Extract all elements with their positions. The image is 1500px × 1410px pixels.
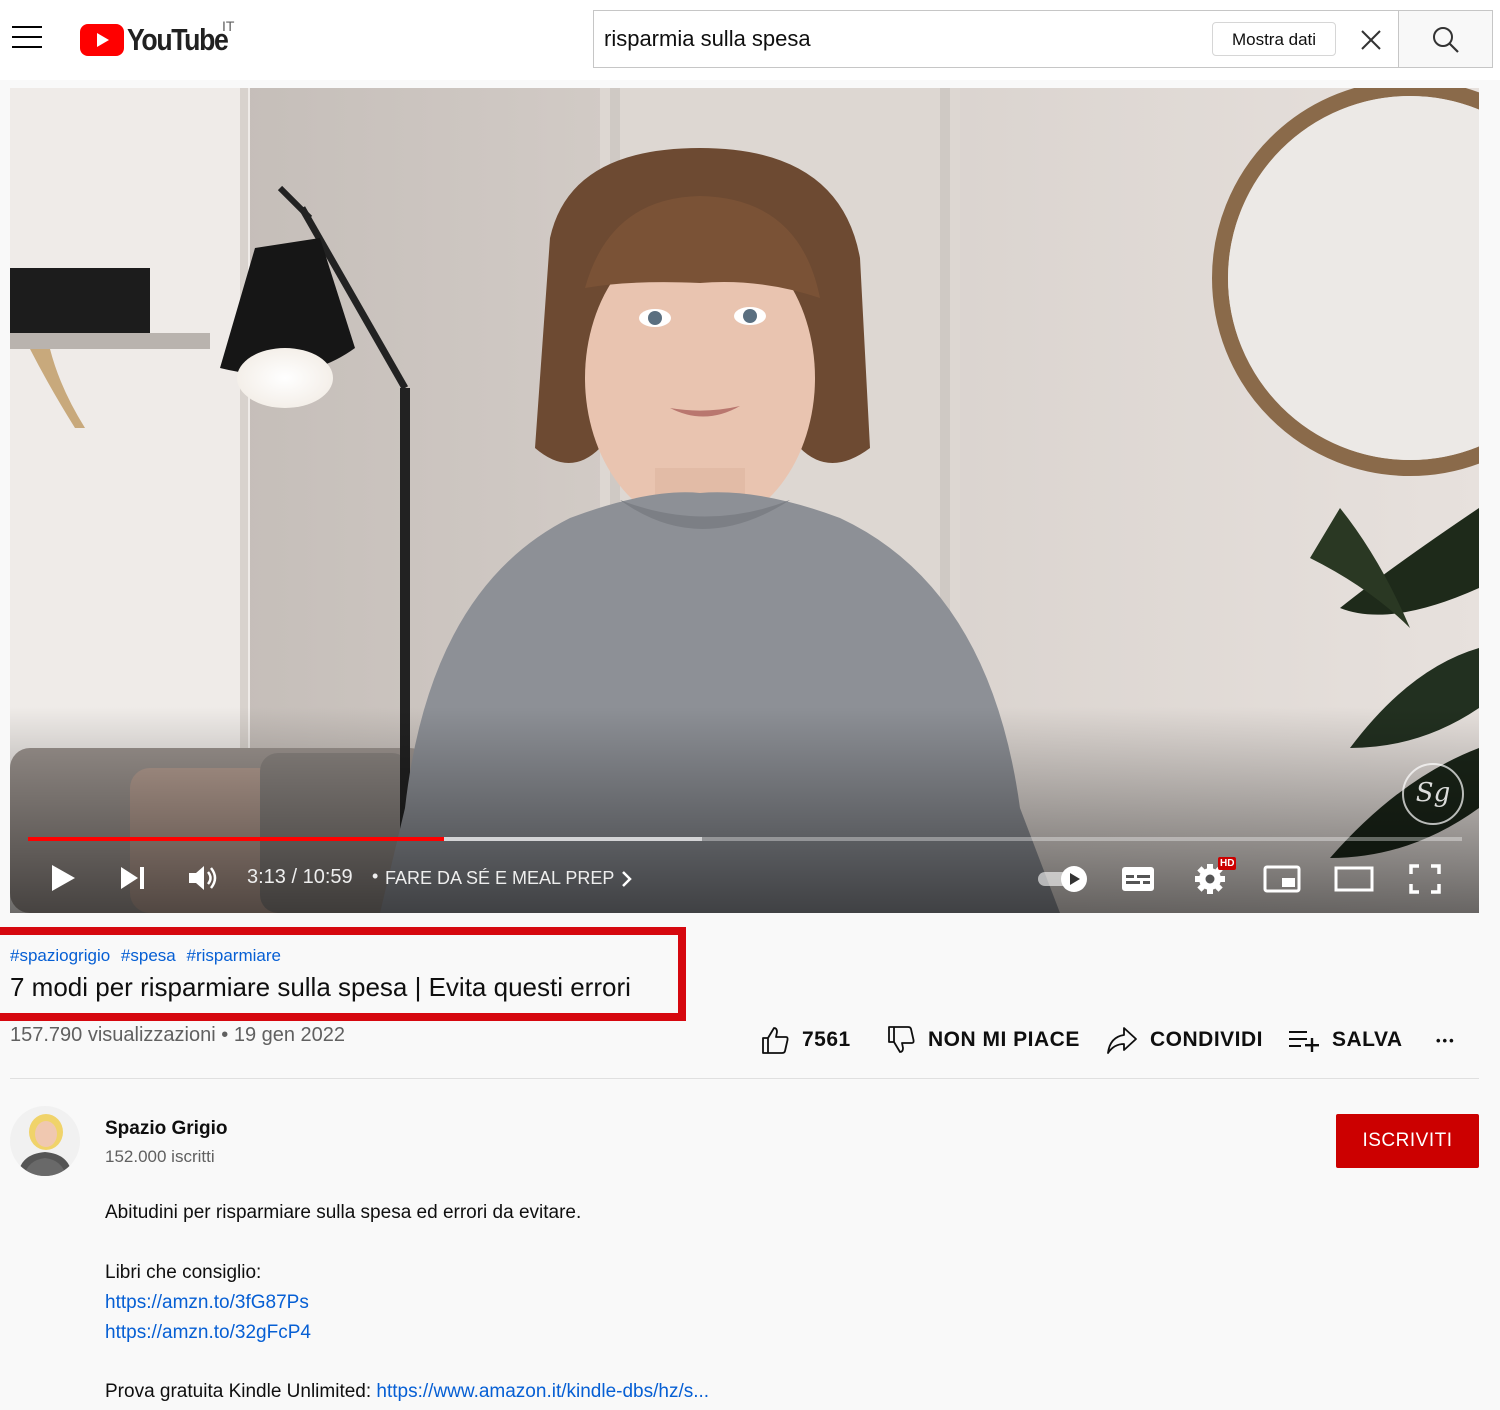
search-input[interactable]: risparmia sulla spesa Mostra dati (593, 10, 1398, 68)
description-books-label: Libri che consiglio: (105, 1262, 262, 1283)
subscribe-button[interactable]: ISCRIVITI (1336, 1114, 1479, 1168)
progress-played (28, 837, 444, 841)
volume-icon[interactable] (188, 864, 218, 892)
description-link[interactable]: https://amzn.to/32gFcP4 (105, 1322, 311, 1344)
subtitles-icon[interactable] (1121, 866, 1155, 892)
chapter-title[interactable]: FARE DA SÉ E MEAL PREP (385, 868, 614, 889)
hashtags: #spaziogrigio #spesa #risparmiare (10, 946, 287, 966)
logo-text: YouTube (127, 22, 229, 57)
autoplay-toggle-icon[interactable] (1036, 864, 1090, 894)
duration: 10:59 (302, 866, 353, 888)
divider (10, 1078, 1479, 1079)
thumbs-down-icon (888, 1026, 915, 1053)
channel-watermark[interactable]: Sg (1402, 763, 1464, 825)
like-button[interactable]: 7561 (760, 1023, 851, 1057)
hd-badge: HD (1218, 857, 1237, 870)
share-icon (1107, 1027, 1137, 1054)
more-icon: ••• (1436, 1032, 1456, 1048)
avatar-image (10, 1106, 80, 1176)
more-actions-button[interactable]: ••• (1436, 1023, 1456, 1057)
save-label: SALVA (1332, 1028, 1403, 1051)
upload-date: 19 gen 2022 (233, 1024, 346, 1046)
clear-search-icon[interactable] (1358, 27, 1384, 53)
video-title: 7 modi per risparmiare sulla spesa | Evi… (10, 972, 631, 1002)
player-controls: 3:13 / 10:59 • FARE DA SÉ E MEAL PREP HD (10, 848, 1479, 908)
description-link[interactable]: https://amzn.to/3fG87Ps (105, 1292, 309, 1314)
country-code: IT (222, 18, 235, 34)
description-kindle-line: Prova gratuita Kindle Unlimited: https:/… (105, 1381, 709, 1403)
theater-mode-icon[interactable] (1334, 866, 1374, 892)
video-meta: 157.790 visualizzazioni • 19 gen 2022 (10, 1024, 345, 1047)
miniplayer-icon[interactable] (1263, 865, 1301, 893)
play-icon[interactable] (50, 864, 76, 892)
time-display: 3:13 / 10:59 (247, 866, 353, 889)
view-count: 157.790 visualizzazioni (10, 1024, 216, 1046)
save-button[interactable]: SALVA (1288, 1023, 1403, 1057)
search-icon (1433, 27, 1459, 53)
search-button[interactable] (1398, 10, 1493, 68)
progress-bar[interactable] (28, 837, 1462, 841)
kindle-label: Prova gratuita Kindle Unlimited: (105, 1381, 377, 1402)
channel-name[interactable]: Spazio Grigio (105, 1118, 227, 1140)
dislike-button[interactable]: NON MI PIACE (886, 1023, 1080, 1057)
fullscreen-icon[interactable] (1409, 864, 1441, 894)
thumbs-up-icon (762, 1027, 789, 1054)
description-line: Abitudini per risparmiare sulla spesa ed… (105, 1202, 582, 1223)
kindle-link[interactable]: https://www.amazon.it/kindle-dbs/hz/s... (376, 1381, 709, 1402)
top-bar: YouTube IT risparmia sulla spesa Mostra … (0, 0, 1500, 80)
chapter-dot: • (372, 866, 379, 886)
search-query[interactable]: risparmia sulla spesa (604, 26, 811, 52)
video-frame (10, 88, 1479, 913)
hashtag-link[interactable]: #spaziogrigio (10, 946, 110, 965)
dislike-label: NON MI PIACE (928, 1028, 1080, 1051)
like-count: 7561 (802, 1028, 851, 1051)
menu-icon[interactable] (12, 26, 42, 50)
chevron-right-icon[interactable] (621, 870, 633, 888)
video-player[interactable]: Sg 3:13 / 10:59 • FARE DA SÉ E MEAL PREP (10, 88, 1479, 913)
hashtag-link[interactable]: #spesa (121, 946, 176, 965)
meta-separator: • (221, 1024, 229, 1046)
playlist-add-icon (1289, 1031, 1319, 1052)
youtube-play-icon (80, 24, 124, 56)
current-time: 3:13 (247, 866, 286, 888)
next-icon[interactable] (120, 866, 146, 890)
time-separator: / (291, 866, 298, 888)
youtube-logo[interactable]: YouTube (80, 22, 244, 58)
subscriber-count: 152.000 iscritti (105, 1147, 215, 1166)
show-data-button[interactable]: Mostra dati (1212, 22, 1336, 56)
channel-avatar[interactable] (10, 1106, 80, 1176)
share-button[interactable]: CONDIVIDI (1106, 1023, 1263, 1057)
share-label: CONDIVIDI (1150, 1028, 1264, 1051)
hashtag-link[interactable]: #risparmiare (186, 946, 280, 965)
